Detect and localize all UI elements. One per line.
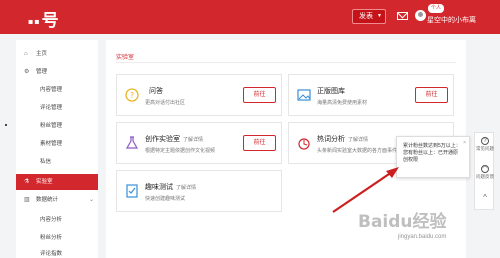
sidebar-item-label: 粉丝分析 (40, 235, 63, 241)
back-to-top-button[interactable]: ^ (475, 193, 495, 202)
chart-icon: ▥ (24, 197, 30, 203)
card-fun-quiz: 趣味测试 了解详情 快速创建趣味测试 (116, 170, 282, 212)
card-title: 趣味测试 了解详情 (145, 182, 196, 192)
sidebar-item-label: 素材管理 (40, 141, 63, 147)
stray-dot (5, 124, 7, 126)
card-title-text: 热词分析 (317, 136, 345, 143)
sidebar-item-label: 评论指数 (40, 251, 63, 257)
help-button[interactable]: ? 常见问题 (475, 137, 495, 151)
feedback-icon: ◠ (481, 165, 489, 173)
hot-word-icon (298, 138, 310, 150)
top-header: ▪ ▪ 号 发表 ▼ 个人 星空中的小布离 (0, 0, 500, 34)
learn-more-link[interactable]: 了解详情 (183, 137, 203, 143)
card-title-text: 创作实验室 (145, 136, 180, 143)
card-desc: 海量高清免费使用素材 (317, 100, 368, 106)
tooltip-line: 创权限 (403, 157, 419, 163)
flask-icon: ⚗ (24, 179, 30, 185)
title-divider (116, 62, 456, 63)
card-title-text: 问答 (149, 88, 163, 95)
sidebar-item-home[interactable]: ⌂ 主页 (16, 46, 98, 62)
feedback-label: 问题反馈 (476, 174, 494, 179)
sidebar-item-messages[interactable]: 私信 (16, 154, 98, 170)
sidebar-item-label: 内容分析 (40, 217, 63, 223)
sidebar-item-fans-analysis[interactable]: 粉丝分析 (16, 230, 98, 246)
logo-text: 号 (41, 11, 59, 31)
go-button[interactable]: 前往 (243, 135, 276, 151)
publish-label: 发表 (359, 13, 373, 20)
card-desc: 更高对话付出社区 (145, 100, 186, 106)
sidebar-item-manage[interactable]: ⚙ 管理 (16, 64, 98, 80)
chevron-up-icon: ^ (483, 193, 487, 202)
help-label: 常见问题 (476, 146, 494, 151)
go-button[interactable]: 前往 (243, 87, 276, 103)
site-logo[interactable]: ▪ ▪ 号 (28, 6, 59, 31)
card-creation-lab: 创作实验室 了解详情 根据特定主题依据创作文化视频 前往 (116, 122, 282, 164)
sidebar-item-stats[interactable]: ▥ 数据统计 ⌄ (16, 192, 98, 208)
go-button[interactable]: 前往 (415, 87, 448, 103)
fans-requirement-tooltip: × 累计粉丝数达到5万以上： 您有粉丝以上：已开通原 创权限 (396, 136, 470, 178)
sidebar-item-fans-manage[interactable]: 粉丝管理 (16, 118, 98, 134)
card-gallery: 正版图库 海量高清免费使用素材 前往 (288, 74, 454, 116)
chevron-down-icon: ▼ (377, 13, 382, 19)
sidebar: ⌂ 主页 ⚙ 管理 内容管理 评论管理 粉丝管理 素材管理 私信 ⚗ 实验室 ▥ 数据统… (16, 40, 98, 258)
card-qa: ? 问答 更高对话付出社区 前往 (116, 74, 282, 116)
sidebar-item-label: 内容管理 (40, 87, 63, 93)
gear-icon: ⚙ (24, 69, 30, 75)
page-title: 实验室 (116, 55, 135, 61)
tooltip-line: 累计粉丝数达到5万以上： (403, 143, 461, 149)
quiz-icon (126, 184, 138, 198)
sidebar-item-content-manage[interactable]: 内容管理 (16, 82, 98, 98)
svg-text:?: ? (130, 91, 134, 100)
username[interactable]: 星空中的小布离 (427, 15, 476, 25)
close-icon[interactable]: × (463, 140, 466, 147)
tooltip-line: 您有粉丝以上：已开通原 (403, 150, 459, 156)
sidebar-item-comment-index[interactable]: 评论指数 (16, 246, 98, 258)
feedback-button[interactable]: ◠ 问题反馈 (475, 165, 495, 179)
sidebar-item-label: 评论管理 (40, 105, 63, 111)
mail-icon[interactable] (397, 12, 408, 20)
avatar[interactable] (415, 10, 426, 21)
sidebar-item-label: 管理 (36, 69, 48, 75)
chevron-down-icon: ⌄ (89, 197, 95, 203)
sidebar-item-material-manage[interactable]: 素材管理 (16, 136, 98, 152)
learn-more-link[interactable]: 了解详情 (348, 137, 368, 143)
card-desc: 快速创建趣味测试 (145, 196, 186, 202)
card-title-text: 趣味测试 (145, 184, 173, 191)
sidebar-item-content-analysis[interactable]: 内容分析 (16, 212, 98, 228)
sidebar-item-label: 数据统计 (36, 197, 59, 203)
sidebar-item-comment-manage[interactable]: 评论管理 (16, 100, 98, 116)
sidebar-item-lab[interactable]: ⚗ 实验室 (16, 174, 98, 190)
watermark-logo: Baidu经验 (358, 212, 447, 232)
flask-icon (125, 136, 139, 149)
watermark-url: jingyan.baidu.com (398, 234, 447, 240)
publish-button[interactable]: 发表 ▼ (352, 9, 386, 24)
sidebar-item-label: 私信 (40, 159, 52, 165)
card-desc: 头条新闻实验室大数据的各方面事件 (317, 148, 398, 154)
home-icon: ⌂ (24, 51, 28, 57)
card-title: 热词分析 了解详情 (317, 134, 368, 144)
card-title-text: 正版图库 (317, 88, 345, 95)
right-floatbar: ? 常见问题 ◠ 问题反馈 ^ (474, 132, 494, 210)
card-title: 正版图库 (317, 86, 345, 96)
image-icon (297, 89, 311, 101)
sidebar-item-label: 实验室 (36, 179, 53, 185)
card-title: 创作实验室 了解详情 (145, 134, 203, 144)
logo-mark: ▪ ▪ (28, 16, 40, 26)
sidebar-item-label: 主页 (36, 51, 48, 57)
learn-more-link[interactable]: 了解详情 (176, 185, 196, 191)
card-title: 问答 (149, 86, 163, 96)
sidebar-item-label: 粉丝管理 (40, 123, 63, 129)
question-icon: ? (125, 88, 139, 102)
card-desc: 根据特定主题依据创作文化视频 (145, 148, 216, 154)
user-badge: 个人 (428, 4, 445, 13)
help-icon: ? (481, 137, 489, 145)
